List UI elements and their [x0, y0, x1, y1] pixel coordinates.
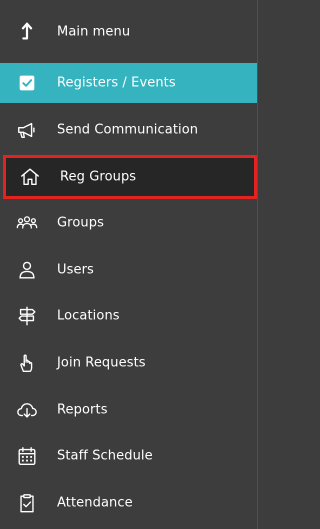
sidebar-item-label: Reports [57, 402, 108, 418]
sidebar-item-label: Users [57, 262, 94, 278]
calendar-icon [15, 444, 39, 468]
arrow-up-icon [15, 20, 39, 44]
sidebar-item-label: Send Communication [57, 122, 199, 138]
sidebar-item-label: Main menu [57, 24, 131, 40]
sidebar-item-attendance[interactable]: Attendance [0, 484, 258, 522]
sidebar-item-reg-groups[interactable]: Reg Groups [3, 155, 257, 199]
sidebar-item-label: Staff Schedule [57, 448, 153, 464]
sidebar-item-send-communication[interactable]: Send Communication [0, 111, 258, 149]
home-icon [18, 165, 42, 189]
sidebar-item-users[interactable]: Users [0, 251, 258, 289]
sidebar-item-main-menu[interactable]: Main menu [0, 13, 258, 51]
sidebar-item-label: Join Requests [57, 355, 146, 371]
cloud-download-icon [15, 398, 39, 422]
signpost-icon [15, 304, 39, 328]
people-group-icon [15, 211, 39, 235]
sidebar-item-label: Locations [57, 308, 120, 324]
sidebar-item-groups[interactable]: Groups [0, 204, 258, 242]
sidebar-item-label: Registers / Events [57, 75, 176, 91]
sidebar-item-registers-events[interactable]: Registers / Events [0, 63, 258, 103]
sidebar-item-label: Groups [57, 215, 104, 231]
sidebar-item-reports[interactable]: Reports [0, 391, 258, 429]
sidebar-item-join-requests[interactable]: Join Requests [0, 344, 258, 382]
sidebar-item-label: Reg Groups [60, 169, 137, 185]
clipboard-check-icon [15, 491, 39, 515]
user-icon [15, 258, 39, 282]
sidebar-item-locations[interactable]: Locations [0, 297, 258, 335]
hand-pointer-icon [15, 351, 39, 375]
sidebar-menu: Main menu Registers / Events Send Commun… [0, 0, 258, 529]
sidebar-item-label: Attendance [57, 495, 133, 511]
sidebar-item-staff-schedule[interactable]: Staff Schedule [0, 437, 258, 475]
checkbox-icon [15, 71, 39, 95]
sidebar-edge [257, 0, 258, 529]
megaphone-icon [15, 118, 39, 142]
